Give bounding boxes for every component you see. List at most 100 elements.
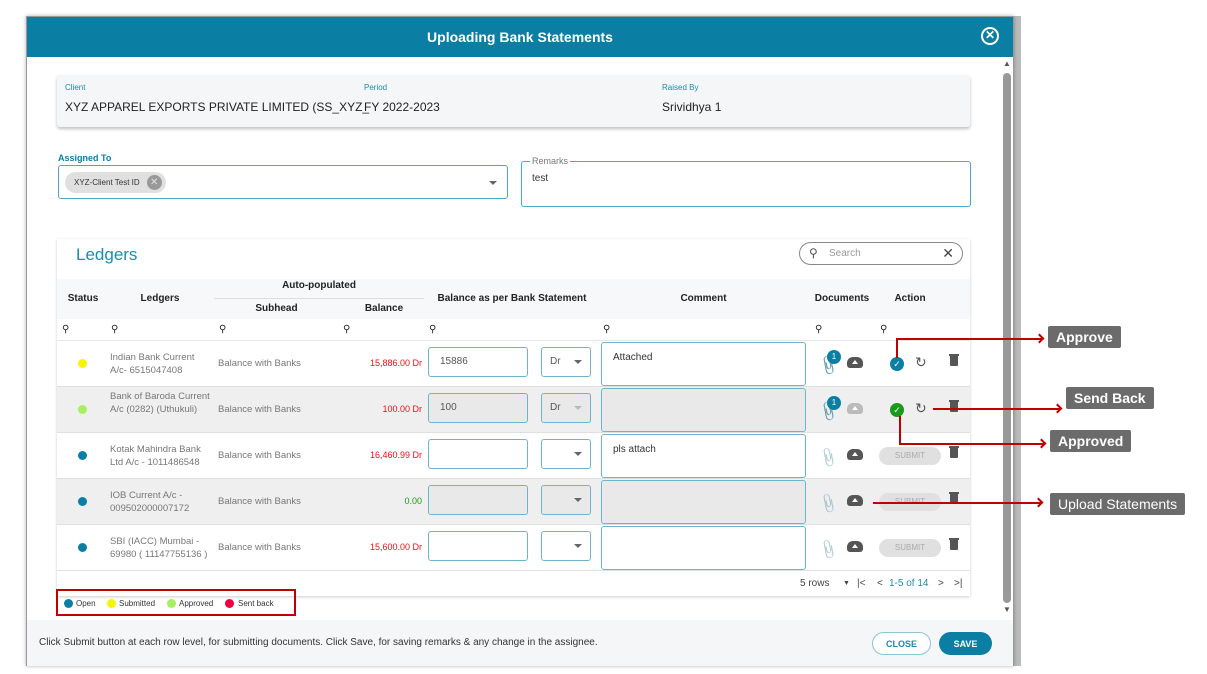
upload-cloud-icon[interactable] [847, 495, 863, 506]
annotation-line [933, 408, 1060, 410]
bank-balance-input[interactable] [428, 531, 528, 561]
status-dot-submitted [78, 359, 87, 368]
remove-chip-icon[interactable]: ✕ [146, 175, 162, 190]
scrollbar[interactable]: ▲ ▼ [1002, 59, 1012, 615]
paperclip-icon[interactable]: 📎 [817, 492, 840, 515]
search-input[interactable]: ⚲ Search ✕ [799, 242, 963, 265]
upload-cloud-icon[interactable] [847, 541, 863, 552]
drcr-select[interactable] [541, 485, 591, 515]
last-page-icon[interactable]: >| [954, 578, 962, 589]
table-row: Bank of Baroda Current A/c (0282) (Uthuk… [57, 387, 970, 433]
rows-dropdown-icon[interactable]: ▼ [843, 580, 850, 587]
prev-page-icon[interactable]: < [877, 578, 883, 589]
next-page-icon[interactable]: > [938, 578, 944, 589]
callout-upload-statements: Upload Statements [1050, 493, 1186, 515]
upload-cloud-icon[interactable] [847, 449, 863, 460]
drcr-select[interactable] [541, 439, 591, 469]
filter-subhead-icon[interactable]: ⚲ [219, 324, 226, 335]
annotation-line [896, 338, 1042, 340]
upload-cloud-icon[interactable] [847, 357, 863, 368]
comment-input[interactable] [601, 388, 806, 432]
rows-per-page-select[interactable]: 5 rows [800, 578, 829, 589]
status-dot-open [78, 451, 87, 460]
legend-sent-back: Sent back [238, 599, 274, 608]
chevron-down-icon [574, 544, 582, 548]
paperclip-icon[interactable]: 📎 [817, 538, 840, 561]
subhead: Balance with Banks [218, 358, 301, 369]
annotation-line [896, 338, 898, 358]
comment-input[interactable] [601, 526, 806, 570]
comment-input[interactable]: Attached [601, 342, 806, 386]
filter-comment-icon[interactable]: ⚲ [603, 324, 610, 335]
header-divider [214, 298, 424, 299]
filter-status-icon[interactable]: ⚲ [62, 324, 69, 335]
table-row: IOB Current A/c - 009502000007172 Balanc… [57, 479, 970, 525]
ledger-name: Bank of Baroda Current A/c (0282) (Uthuk… [110, 391, 210, 415]
send-back-undo-icon[interactable]: ↻ [915, 400, 927, 417]
subhead: Balance with Banks [218, 496, 301, 507]
raised-by-label: Raised By [662, 83, 699, 92]
drcr-select[interactable]: Dr [541, 393, 591, 423]
chevron-down-icon [574, 452, 582, 456]
upload-cloud-icon [847, 403, 863, 414]
balance: 15,886.00 Dr [369, 358, 422, 368]
comment-input[interactable] [601, 480, 806, 524]
annotation-line [899, 416, 901, 444]
remarks-field[interactable]: Remarks test [521, 156, 971, 207]
assignee-chip: XYZ-Client Test ID ✕ [65, 172, 166, 193]
upload-bank-statements-modal: Uploading Bank Statements ✕ Client XYZ AP… [26, 16, 1014, 666]
ledger-name: IOB Current A/c - 009502000007172 [110, 490, 190, 514]
assigned-to-select[interactable]: XYZ-Client Test ID ✕ [58, 165, 508, 199]
first-page-icon[interactable]: |< [857, 578, 865, 589]
drcr-select[interactable] [541, 531, 591, 561]
document-count-badge: 1 [827, 396, 841, 410]
balance: 0.00 [404, 496, 422, 506]
save-button[interactable]: SAVE [939, 632, 992, 655]
annotation-line [899, 443, 1044, 445]
scroll-down-icon[interactable]: ▼ [1003, 605, 1011, 614]
filter-ledgers-icon[interactable]: ⚲ [111, 324, 118, 335]
chevron-down-icon [574, 498, 582, 502]
table-header: Status Ledgers Auto-populated Subhead Ba… [57, 279, 970, 319]
submit-button[interactable]: SUBMIT [879, 539, 941, 557]
delete-trash-icon[interactable] [949, 446, 959, 458]
bank-balance-input[interactable]: 100 [428, 393, 528, 423]
bank-balance-input[interactable] [428, 439, 528, 469]
submit-button[interactable]: SUBMIT [879, 447, 941, 465]
balance: 16,460.99 Dr [369, 450, 422, 460]
comment-input[interactable]: pls attach [601, 434, 806, 478]
send-back-undo-icon[interactable]: ↻ [915, 354, 927, 371]
close-button[interactable]: CLOSE [872, 632, 931, 655]
legend-approved: Approved [179, 599, 214, 608]
delete-trash-icon[interactable] [949, 400, 959, 412]
approved-check-icon: ✓ [890, 403, 904, 417]
header-ledgers: Ledgers [140, 293, 180, 304]
ledger-name: Indian Bank Current A/c- 6515047408 [110, 352, 195, 376]
search-placeholder: Search [829, 248, 861, 259]
header-bank-balance: Balance as per Bank Statement [437, 293, 587, 304]
drcr-value: Dr [550, 356, 561, 367]
client-label: Client [65, 83, 86, 92]
close-icon[interactable]: ✕ [981, 27, 999, 45]
filter-balance-icon[interactable]: ⚲ [343, 324, 350, 335]
callout-send-back: Send Back [1066, 387, 1154, 409]
bank-balance-input[interactable]: 15886 [428, 347, 528, 377]
bank-balance-input[interactable] [428, 485, 528, 515]
callout-approved: Approved [1050, 430, 1132, 452]
filter-bank-icon[interactable]: ⚲ [429, 324, 436, 335]
drcr-select[interactable]: Dr [541, 347, 591, 377]
clear-search-icon[interactable]: ✕ [942, 245, 954, 262]
modal-header: Uploading Bank Statements ✕ [27, 17, 1013, 57]
filter-row: ⚲ ⚲ ⚲ ⚲ ⚲ ⚲ ⚲ ⚲ [57, 319, 970, 341]
filter-action-icon[interactable]: ⚲ [880, 324, 887, 335]
filter-documents-icon[interactable]: ⚲ [815, 324, 822, 335]
delete-trash-icon[interactable] [949, 354, 959, 366]
subhead: Balance with Banks [218, 450, 301, 461]
ledgers-card: Ledgers ⚲ Search ✕ Status Ledgers Auto-p… [57, 239, 970, 596]
paperclip-icon[interactable]: 📎 [817, 446, 840, 469]
chevron-down-icon[interactable] [489, 181, 497, 185]
delete-trash-icon[interactable] [949, 538, 959, 550]
approve-check-icon[interactable]: ✓ [890, 357, 904, 371]
scroll-up-icon[interactable]: ▲ [1003, 59, 1011, 68]
header-documents: Documents [814, 293, 870, 304]
